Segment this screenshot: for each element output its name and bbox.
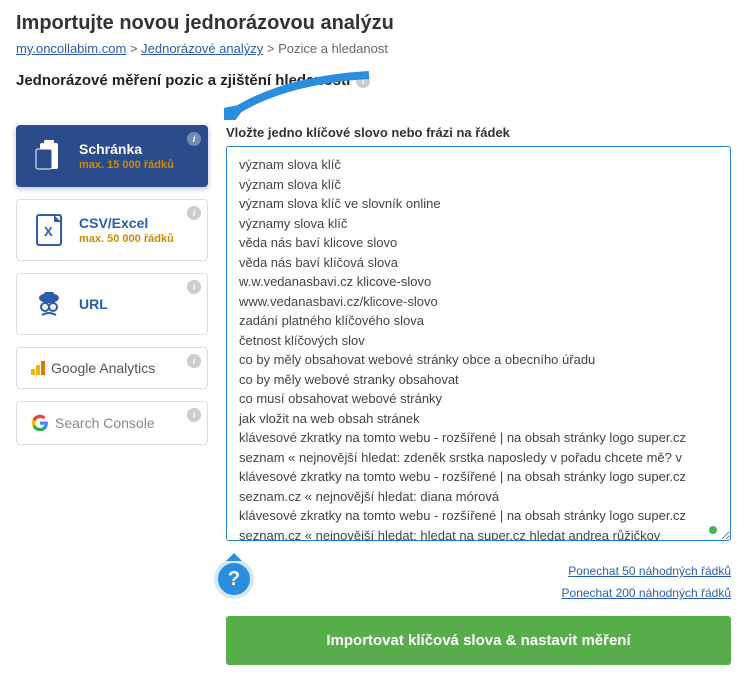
source-label: CSV/Excel [79,215,174,231]
svg-text:X: X [44,224,53,239]
source-label: Schránka [79,141,174,157]
spy-icon [31,286,67,322]
breadcrumb: my.oncollabim.com > Jednorázové analýzy … [16,41,731,56]
source-sublabel: max. 15 000 řádků [79,159,174,171]
page-title: Importujte novou jednorázovou analýzu [16,12,731,35]
source-label: Search Console [55,415,155,431]
source-google-analytics[interactable]: i Google Analytics [16,347,208,389]
source-csv[interactable]: i X CSV/Excel max. 50 000 řádků [16,199,208,261]
source-sublabel: max. 50 000 řádků [79,233,174,245]
keep-50-link[interactable]: Ponechat 50 náhodných řádků [568,564,731,578]
info-icon[interactable]: i [187,408,201,422]
source-sidebar: i Schránka max. 15 000 řádků i X CSV/Exc… [16,125,208,665]
breadcrumb-level1[interactable]: Jednorázové analýzy [141,41,263,56]
breadcrumb-root[interactable]: my.oncollabim.com [16,41,126,56]
help-icon: ? [228,568,240,591]
source-clipboard[interactable]: i Schránka max. 15 000 řádků [16,125,208,187]
info-icon[interactable]: i [187,280,201,294]
clipboard-icon [31,138,67,174]
source-label: URL [79,296,108,312]
info-icon[interactable]: i [187,206,201,220]
source-url[interactable]: i URL [16,273,208,335]
google-icon [31,414,49,432]
source-label: Google Analytics [51,360,155,376]
source-search-console[interactable]: i Search Console [16,401,208,445]
help-bubble[interactable]: ? [214,559,254,599]
keep-200-link[interactable]: Ponechat 200 náhodných řádků [562,586,731,600]
info-icon[interactable]: i [187,132,201,146]
analytics-icon [31,361,45,375]
status-dot-icon [709,526,717,534]
info-icon[interactable]: i [356,74,370,88]
textarea-label: Vložte jedno klíčové slovo nebo frázi na… [226,125,731,140]
excel-icon: X [31,212,67,248]
keywords-textarea[interactable] [226,146,731,541]
import-button[interactable]: Importovat klíčová slova & nastavit měře… [226,616,731,665]
info-icon[interactable]: i [187,354,201,368]
section-title: Jednorázové měření pozic a zjištění hled… [16,72,350,89]
breadcrumb-level2: Pozice a hledanost [278,41,388,56]
main-panel: Vložte jedno klíčové slovo nebo frázi na… [226,125,731,665]
